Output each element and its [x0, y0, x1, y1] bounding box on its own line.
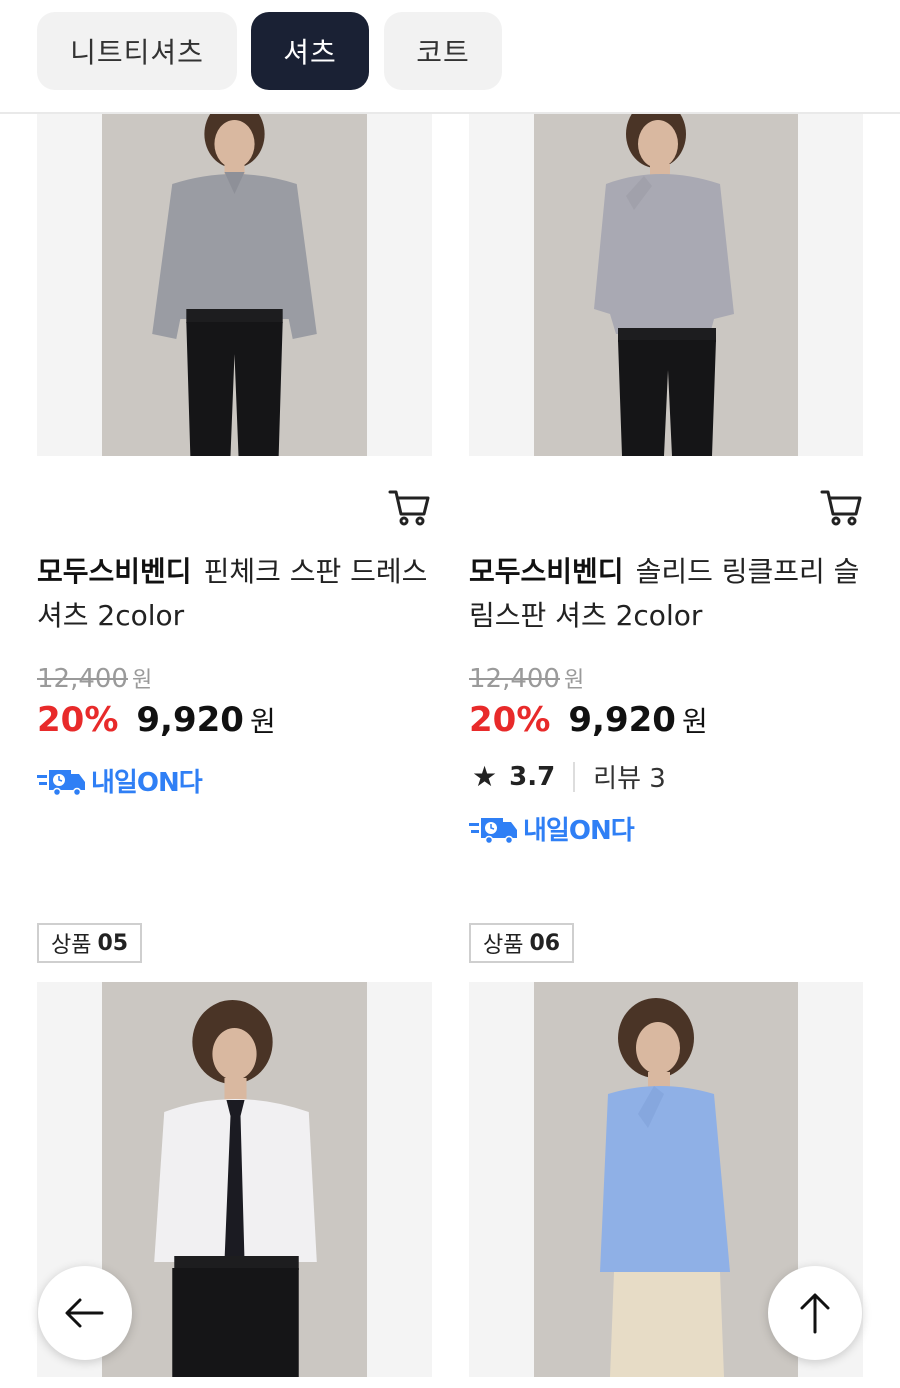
star-icon: ★ — [472, 760, 498, 793]
arrow-left-icon — [65, 1298, 104, 1328]
back-button[interactable] — [38, 1266, 132, 1360]
arrow-up-icon — [800, 1293, 830, 1334]
divider — [573, 761, 576, 792]
sale-price-line: 20% 9,920 원 — [469, 700, 708, 740]
product-list-page: 니트티셔츠 셔츠 코트 모두스비벤디 핀체크 스판 드레스 셔츠 2color 1… — [0, 0, 900, 1388]
brand-name: 모두스비벤디 — [469, 555, 624, 588]
model-photo — [102, 114, 367, 456]
product-title[interactable]: 모두스비벤디 솔리드 링클프리 슬림스판 셔츠 2color — [469, 550, 869, 638]
original-price: 12,400 원 — [37, 664, 153, 694]
tab-shirt[interactable]: 셔츠 — [251, 12, 369, 90]
rating-score: 3.7 — [509, 761, 556, 792]
product-image[interactable] — [37, 114, 432, 456]
original-price: 12,400 원 — [469, 664, 585, 694]
review-count: 리뷰 3 — [593, 764, 666, 794]
sale-price: 9,920 — [136, 700, 244, 740]
tab-coat[interactable]: 코트 — [384, 12, 502, 90]
model-photo — [534, 982, 798, 1377]
delivery-truck-icon — [37, 769, 85, 796]
cart-icon[interactable] — [388, 488, 432, 528]
rating-row[interactable]: ★ 3.7 리뷰 3 — [472, 758, 666, 795]
model-photo — [102, 982, 367, 1377]
tab-knit-tshirt[interactable]: 니트티셔츠 — [37, 12, 237, 90]
sale-price-line: 20% 9,920 원 — [37, 700, 276, 740]
product-number-badge: 상품 06 — [469, 923, 575, 963]
scroll-to-top-button[interactable] — [768, 1266, 862, 1360]
sale-price: 9,920 — [568, 700, 676, 740]
delivery-badge: 내일ON다 — [37, 762, 203, 799]
delivery-truck-icon — [469, 817, 517, 844]
discount-rate: 20% — [37, 700, 119, 740]
category-tab-bar: 니트티셔츠 셔츠 코트 — [0, 0, 900, 114]
cart-icon[interactable] — [820, 488, 864, 528]
discount-rate: 20% — [469, 700, 551, 740]
product-title[interactable]: 모두스비벤디 핀체크 스판 드레스 셔츠 2color — [37, 550, 437, 638]
product-number-badge: 상품 05 — [37, 923, 143, 963]
model-photo — [534, 114, 798, 456]
product-image[interactable] — [469, 114, 863, 456]
brand-name: 모두스비벤디 — [37, 555, 192, 588]
delivery-badge: 내일ON다 — [469, 810, 635, 847]
